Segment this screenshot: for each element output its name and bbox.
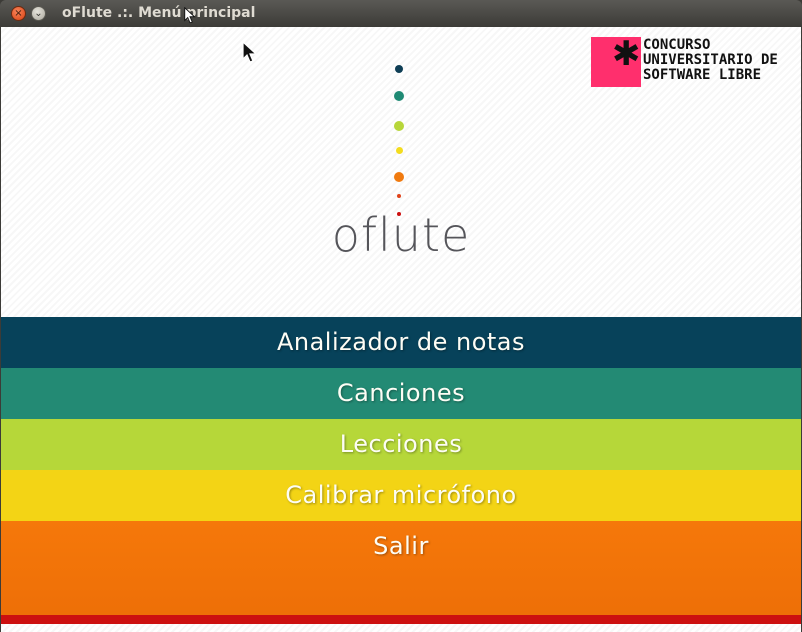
minimize-icon[interactable]: ⌄: [31, 6, 46, 21]
logo-dot-4: [396, 147, 403, 154]
logo-dot-1: [395, 65, 403, 73]
mouse-cursor-icon: [184, 7, 196, 24]
mouse-cursor-icon: [242, 41, 258, 63]
main-menu-screen: oflute ✱ CONCURSO UNIVERSITARIO DE SOFTW…: [1, 27, 801, 632]
window-title: oFlute .:. Menú principal: [62, 5, 256, 21]
menu-item-lecciones[interactable]: Lecciones: [1, 419, 801, 470]
menu-item-label: Lecciones: [339, 430, 463, 458]
badge-line-3: SOFTWARE LIBRE: [643, 67, 762, 83]
close-icon[interactable]: ×: [11, 6, 26, 21]
badge-line-1: CONCURSO: [643, 37, 711, 53]
menu-item-salir[interactable]: Salir: [1, 521, 801, 615]
logo-dot-2: [394, 91, 404, 101]
asterisk-icon: ✱: [612, 34, 641, 74]
contest-badge: ✱ CONCURSO UNIVERSITARIO DE SOFTWARE LIB…: [591, 34, 791, 87]
menu-item-canciones[interactable]: Canciones: [1, 368, 801, 419]
logo-dot-6: [397, 194, 401, 198]
menu-item-label: Analizador de notas: [276, 328, 526, 356]
logo-dot-3: [394, 121, 404, 131]
badge-text: CONCURSO UNIVERSITARIO DE SOFTWARE LIBRE: [643, 38, 778, 83]
window-titlebar[interactable]: × ⌄ oFlute .:. Menú principal: [0, 0, 802, 27]
menu-item-label: Salir: [373, 532, 429, 560]
bottom-accent-bar: [1, 615, 801, 624]
logo-dot-5: [394, 172, 404, 182]
badge-line-2: UNIVERSITARIO DE: [643, 52, 778, 68]
menu-item-calibrar[interactable]: Calibrar micrófono: [1, 470, 801, 521]
menu-item-label: Canciones: [336, 379, 466, 407]
oflute-logo-text: oflute: [331, 208, 471, 262]
menu-item-analizador[interactable]: Analizador de notas: [1, 317, 801, 368]
menu-item-label: Calibrar micrófono: [285, 481, 517, 509]
